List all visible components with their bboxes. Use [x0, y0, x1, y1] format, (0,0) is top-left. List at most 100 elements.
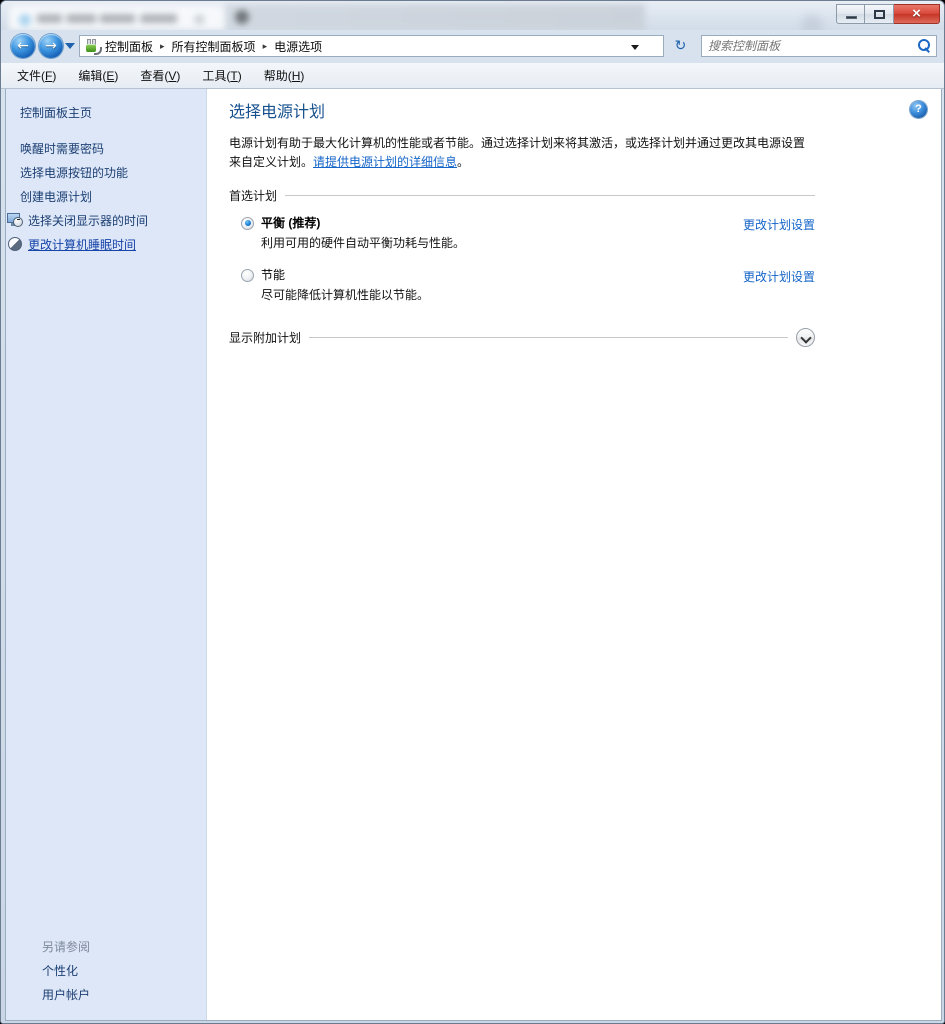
see-also-heading: 另请参阅: [42, 940, 91, 954]
sidebar-item-create-power-plan[interactable]: 创建电源计划: [6, 184, 206, 208]
address-bar[interactable]: 控制面板 ▸ 所有控制面板项 ▸ 电源选项: [79, 35, 664, 57]
preferred-plans-section-header: 首选计划: [229, 187, 815, 204]
plan-description-power-saver: 尽可能降低计算机性能以节能。: [261, 288, 430, 303]
section-divider: [285, 194, 815, 196]
plan-row-balanced: 平衡 (推荐) 利用可用的硬件自动平衡功耗与性能。 更改计划设置: [241, 216, 815, 252]
sidebar-item-choose-power-button-action[interactable]: 选择电源按钮的功能: [6, 160, 206, 184]
forward-arrow-icon: →: [45, 38, 57, 54]
sidebar-item-control-panel-home[interactable]: 控制面板主页: [6, 100, 206, 124]
chevron-down-icon[interactable]: [796, 328, 815, 348]
breadcrumb-item-all-items[interactable]: 所有控制面板项: [169, 38, 259, 55]
refresh-button[interactable]: ↻: [671, 37, 690, 56]
moon-sleep-icon: [6, 235, 24, 253]
plan-header: 平衡 (推荐): [241, 216, 815, 231]
search-box[interactable]: [701, 35, 937, 57]
plan-description-balanced: 利用可用的硬件自动平衡功耗与性能。: [261, 235, 466, 250]
address-dropdown-icon[interactable]: [631, 45, 639, 50]
menu-file[interactable]: 文件(F): [17, 67, 56, 84]
title-bar: ×: [1, 1, 944, 30]
sidebar: 控制面板主页 唤醒时需要密码 选择电源按钮的功能 创建电源计划 选择关闭显示器的…: [6, 89, 207, 1020]
menu-file-label: 文件(: [17, 69, 45, 83]
menu-view[interactable]: 查看(V): [140, 67, 180, 84]
plan-name-balanced[interactable]: 平衡 (推荐): [261, 216, 320, 231]
titlebar-glow: [801, 15, 823, 30]
menu-file-paren: ): [52, 69, 57, 83]
recent-pages-dropdown[interactable]: [65, 43, 75, 49]
menu-tools-paren: ): [237, 69, 242, 83]
menu-view-label: 查看(: [140, 69, 169, 83]
page-description: 电源计划有助于最大化计算机的性能或者节能。通过选择计划来将其激活，或选择计划并通…: [229, 134, 807, 173]
power-plug-icon: [83, 38, 102, 55]
tab-close-icon[interactable]: [195, 15, 204, 24]
page-title: 选择电源计划: [229, 104, 326, 121]
browser-tab-strip-blurred: [9, 4, 645, 30]
maximize-button[interactable]: [865, 4, 894, 24]
power-plan-details-link[interactable]: 请提供电源计划的详细信息: [313, 155, 457, 169]
menu-tools-mnemonic: T: [230, 69, 238, 83]
forward-button[interactable]: →: [39, 34, 63, 58]
monitor-clock-icon: [6, 211, 24, 229]
sidebar-item-label: 选择电源按钮的功能: [20, 165, 129, 180]
content-pane: ? 选择电源计划 电源计划有助于最大化计算机的性能或者节能。通过选择计划来将其激…: [207, 89, 941, 1020]
sidebar-item-label: 更改计算机睡眠时间: [28, 237, 137, 252]
sidebar-item-label: 创建电源计划: [20, 189, 93, 204]
sidebar-item-user-accounts[interactable]: 用户帐户: [6, 982, 206, 1006]
minimize-button[interactable]: [836, 4, 865, 24]
tab-title-obscured: [37, 14, 177, 23]
close-icon: ×: [912, 4, 921, 22]
plan-header: 节能: [241, 268, 815, 283]
menu-edit-paren: ): [114, 69, 119, 83]
window-body: 控制面板主页 唤醒时需要密码 选择电源按钮的功能 创建电源计划 选择关闭显示器的…: [5, 89, 942, 1021]
favicon-icon: [19, 14, 31, 26]
window-controls: ×: [836, 4, 940, 24]
plan-name-power-saver[interactable]: 节能: [261, 268, 285, 283]
plan-row-power-saver: 节能 尽可能降低计算机性能以节能。 更改计划设置: [241, 268, 815, 304]
menu-help-paren: ): [300, 69, 305, 83]
menu-help-label: 帮助(: [263, 69, 292, 83]
back-arrow-icon: ←: [17, 38, 29, 54]
sidebar-item-label: 控制面板主页: [20, 105, 93, 120]
breadcrumb-separator[interactable]: ▸: [156, 41, 169, 52]
navigation-bar: ← → 控制面板 ▸ 所有控制面板项 ▸ 电源选项 ↻: [1, 30, 944, 63]
radio-balanced[interactable]: [241, 216, 254, 230]
minimize-icon: [846, 16, 857, 19]
menu-edit-label: 编辑(: [78, 69, 107, 83]
change-plan-settings-link-balanced[interactable]: 更改计划设置: [743, 216, 815, 233]
sidebar-item-label: 个性化: [42, 963, 79, 978]
breadcrumb-item-power-options[interactable]: 电源选项: [271, 38, 325, 55]
menu-edit[interactable]: 编辑(E): [78, 67, 118, 84]
section-label: 首选计划: [229, 188, 278, 203]
tab-strip-background: [225, 4, 645, 30]
menu-bar: 文件(F) 编辑(E) 查看(V) 工具(T) 帮助(H): [1, 63, 944, 89]
show-additional-plans-expander[interactable]: 显示附加计划: [229, 328, 815, 348]
sidebar-item-label: 用户帐户: [42, 987, 91, 1002]
sidebar-item-personalization[interactable]: 个性化: [6, 958, 206, 982]
menu-help[interactable]: 帮助(H): [264, 67, 305, 84]
menu-tools[interactable]: 工具(T): [202, 67, 241, 84]
expander-divider: [309, 337, 788, 339]
menu-tools-label: 工具(: [202, 69, 231, 83]
sidebar-item-change-sleep-time[interactable]: 更改计算机睡眠时间: [6, 232, 206, 256]
sidebar-item-choose-display-off-time[interactable]: 选择关闭显示器的时间: [6, 208, 206, 232]
maximize-icon: [874, 10, 885, 19]
expander-label[interactable]: 显示附加计划: [229, 329, 309, 346]
browser-tab[interactable]: [9, 6, 225, 30]
sidebar-item-label: 唤醒时需要密码: [20, 141, 105, 156]
search-icon[interactable]: [914, 36, 936, 56]
change-plan-settings-link-power-saver[interactable]: 更改计划设置: [743, 268, 815, 285]
page-description-period: 。: [457, 155, 470, 170]
breadcrumb-item-control-panel[interactable]: 控制面板: [102, 38, 156, 55]
close-button[interactable]: ×: [894, 4, 940, 24]
control-panel-window: × ← → 控制面板 ▸ 所有控制面板项 ▸ 电源选项 ↻ 搜索控制面板 文件(…: [0, 0, 945, 1024]
sidebar-item-label: 选择关闭显示器的时间: [28, 213, 149, 228]
search-input[interactable]: [702, 39, 914, 53]
back-button[interactable]: ←: [11, 34, 35, 58]
sidebar-item-require-password-on-wakeup[interactable]: 唤醒时需要密码: [6, 136, 206, 160]
radio-power-saver[interactable]: [241, 269, 254, 283]
menu-view-paren: ): [176, 69, 181, 83]
help-button[interactable]: ?: [910, 101, 927, 118]
new-tab-icon[interactable]: [235, 10, 249, 24]
breadcrumb-separator[interactable]: ▸: [259, 41, 272, 52]
sidebar-see-also-section: 另请参阅 个性化 用户帐户: [6, 935, 206, 1006]
